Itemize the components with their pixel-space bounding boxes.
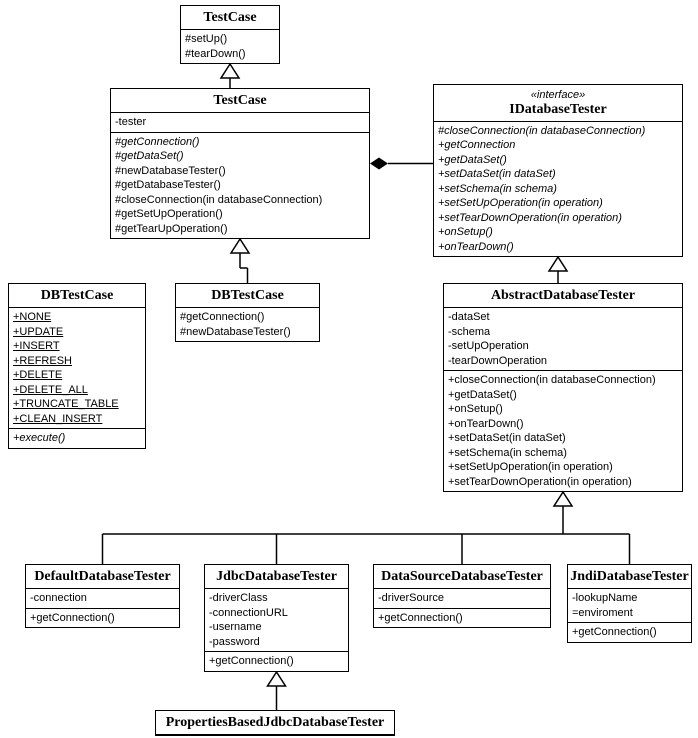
uml-connectors <box>0 0 698 738</box>
